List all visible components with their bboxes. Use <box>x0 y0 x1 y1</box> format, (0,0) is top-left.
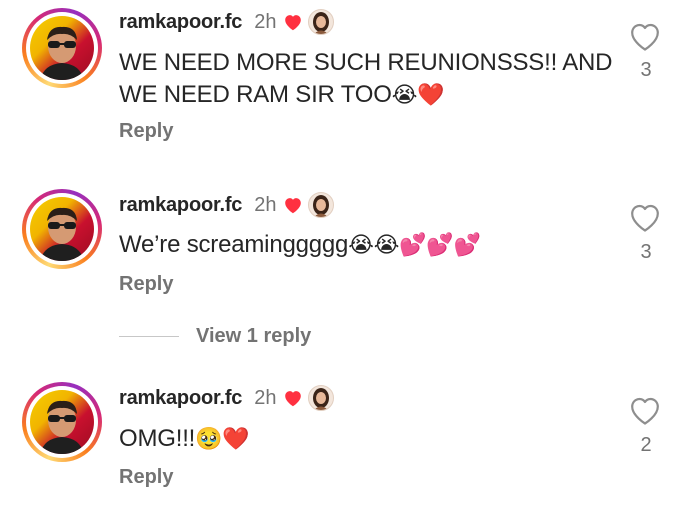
like-count: 3 <box>640 59 652 81</box>
comment-text: OMG!!!🥹❤️ <box>119 423 619 456</box>
comment-body: We’re screaminggggg <box>119 231 349 258</box>
username[interactable]: ramkapoor.fc <box>119 194 242 217</box>
avatar[interactable] <box>22 382 102 462</box>
timestamp: 2h <box>254 193 277 216</box>
comment-header: ramkapoor.fc 2h <box>119 7 335 37</box>
view-replies-button[interactable]: View 1 reply <box>119 321 311 351</box>
username[interactable]: ramkapoor.fc <box>119 387 242 410</box>
timestamp: 2h <box>254 10 277 33</box>
comment-body: OMG!!! <box>119 425 196 452</box>
heart-outline-icon[interactable] <box>629 396 661 426</box>
red-heart-icon <box>282 387 304 409</box>
comment-header: ramkapoor.fc 2h <box>119 383 335 413</box>
timestamp: 2h <box>254 386 277 409</box>
red-heart-icon <box>282 194 304 216</box>
username[interactable]: ramkapoor.fc <box>119 11 242 34</box>
comment-text: We’re screaminggggg😭😭💕💕💕 <box>119 229 619 262</box>
like-count: 3 <box>640 241 652 263</box>
reply-button[interactable]: Reply <box>119 466 173 489</box>
comment-text: WE NEED MORE SUCH REUNIONSSS!! AND WE NE… <box>119 47 619 112</box>
reply-button[interactable]: Reply <box>119 120 173 143</box>
red-heart-icon <box>282 11 304 33</box>
view-replies-label[interactable]: View 1 reply <box>196 325 311 348</box>
comment-emojis: 😭❤️ <box>391 83 445 108</box>
comment-emojis: 😭😭💕💕💕 <box>348 233 481 258</box>
like-count: 2 <box>640 434 652 456</box>
comment-emojis: 🥹❤️ <box>195 427 250 452</box>
comment-header: ramkapoor.fc 2h <box>119 190 335 220</box>
comment-body: WE NEED MORE SUCH REUNIONSSS!! AND WE NE… <box>119 49 613 108</box>
heart-outline-icon[interactable] <box>629 22 661 52</box>
avatar[interactable] <box>22 189 102 269</box>
creator-avatar <box>308 385 335 411</box>
reply-button[interactable]: Reply <box>119 273 173 296</box>
creator-avatar <box>308 192 335 218</box>
heart-outline-icon[interactable] <box>629 203 661 233</box>
avatar[interactable] <box>22 8 102 88</box>
divider <box>119 335 179 337</box>
creator-avatar <box>308 9 335 35</box>
